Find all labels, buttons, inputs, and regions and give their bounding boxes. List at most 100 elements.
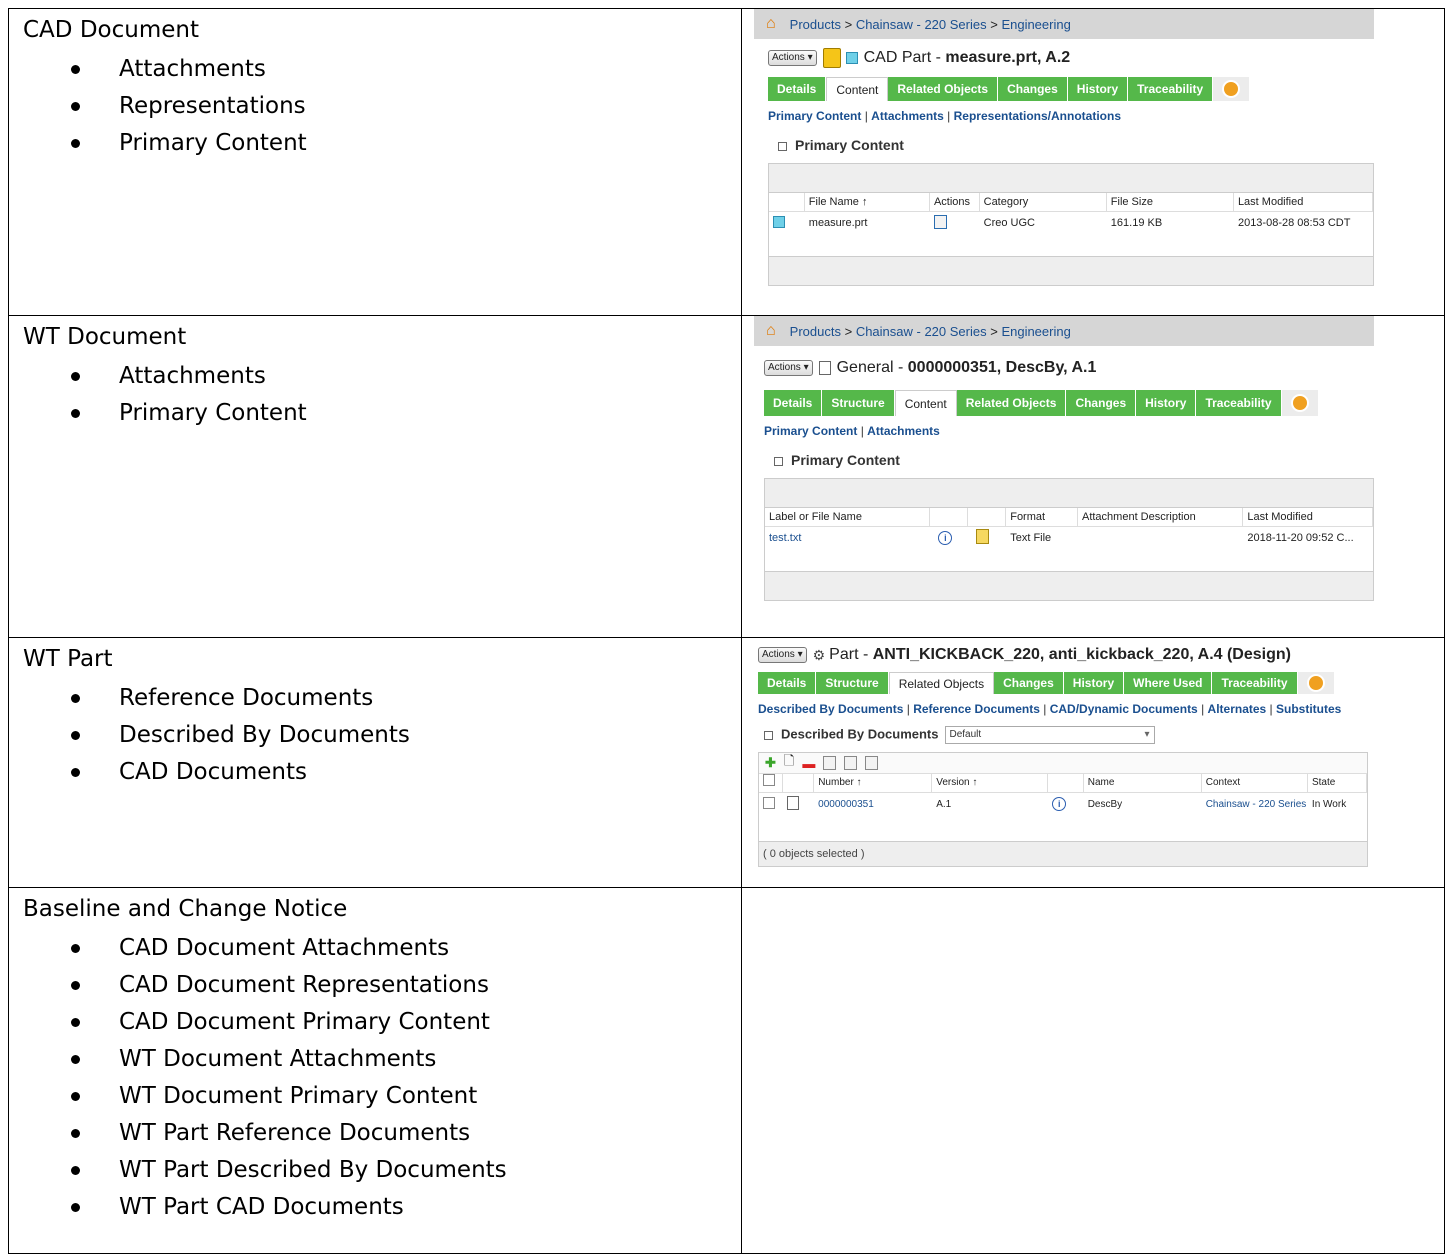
tab-changes[interactable]: Changes: [998, 77, 1068, 101]
view-select[interactable]: Default ▾: [944, 726, 1155, 744]
view-icon[interactable]: [933, 214, 947, 229]
link-representations[interactable]: Representations/Annotations: [954, 109, 1121, 123]
tab-bar: Details Content Related Objects Changes …: [768, 77, 1374, 101]
link-substitutes[interactable]: Substitutes: [1276, 702, 1341, 716]
tab-related-objects[interactable]: Related Objects: [888, 672, 995, 694]
context-cell[interactable]: Chainsaw - 220 Series: [1202, 799, 1308, 810]
tab-changes[interactable]: Changes: [1066, 390, 1137, 416]
actions-button[interactable]: Actions ▾: [768, 50, 817, 66]
tab-bar: Details Structure Content Related Object…: [764, 390, 1374, 416]
add-tab-icon[interactable]: [1297, 672, 1335, 694]
column-header[interactable]: Format: [1006, 508, 1078, 526]
actions-label: Actions: [772, 52, 805, 63]
column-header[interactable]: Label or File Name: [765, 508, 931, 526]
link-attachments[interactable]: Attachments: [871, 109, 944, 123]
column-header[interactable]: Category: [980, 193, 1107, 211]
tab-where-used[interactable]: Where Used: [1124, 672, 1213, 694]
section-header[interactable]: Described By Documents Default ▾: [748, 720, 1368, 746]
link-alternates[interactable]: Alternates: [1208, 702, 1267, 716]
select-all-checkbox[interactable]: [763, 774, 775, 786]
type-cell: [783, 795, 815, 813]
tab-history[interactable]: History: [1067, 77, 1129, 101]
baseline-cell: Baseline and Change Notice CAD Document …: [8, 887, 742, 1254]
column-header[interactable]: Context: [1202, 774, 1308, 792]
add-tab-icon[interactable]: [1281, 390, 1319, 416]
tab-history[interactable]: History: [1136, 390, 1197, 416]
link-described-by[interactable]: Described By Documents: [758, 702, 903, 716]
link-primary-content[interactable]: Primary Content: [764, 424, 857, 438]
column-header[interactable]: Version ↑: [932, 774, 1049, 792]
breadcrumb-products[interactable]: Products: [790, 17, 841, 32]
tab-structure[interactable]: Structure: [816, 672, 889, 694]
section-header[interactable]: Primary Content: [754, 442, 1374, 472]
link-attachments[interactable]: Attachments: [867, 424, 940, 438]
tab-content[interactable]: Content: [894, 390, 957, 416]
column-header: [783, 774, 815, 792]
tab-traceability[interactable]: Traceability: [1212, 672, 1298, 694]
content-table: Label or File Name Format Attachment Des…: [764, 478, 1374, 601]
collapse-icon[interactable]: [778, 141, 787, 151]
breadcrumb-products[interactable]: Products: [790, 324, 841, 339]
file-name-cell[interactable]: test.txt: [765, 532, 930, 544]
breadcrumb-chainsaw[interactable]: Chainsaw - 220 Series: [856, 324, 987, 339]
tab-details[interactable]: Details: [764, 390, 823, 416]
add-tab-icon[interactable]: [1213, 77, 1251, 101]
home-icon[interactable]: ⌂: [766, 15, 776, 33]
list-item: Attachments: [71, 358, 741, 395]
tab-related-objects[interactable]: Related Objects: [956, 390, 1067, 416]
tab-structure[interactable]: Structure: [822, 390, 895, 416]
section-label: Primary Content: [795, 137, 904, 153]
table-header: File Name ↑ Actions Category File Size L…: [769, 193, 1373, 212]
link-primary-content[interactable]: Primary Content: [768, 109, 861, 123]
column-header[interactable]: Actions: [930, 193, 980, 211]
paste-icon[interactable]: [844, 756, 858, 770]
column-header[interactable]: File Name ↑: [805, 193, 930, 211]
actions-button[interactable]: Actions ▾: [758, 647, 807, 663]
list-item: Primary Content: [71, 125, 741, 162]
cube-icon: [845, 52, 858, 64]
category-cell: Creo UGC: [983, 217, 1035, 229]
column-header[interactable]: Attachment Description: [1078, 508, 1244, 526]
section-header[interactable]: Primary Content: [754, 127, 1374, 157]
state-cell: In Work: [1311, 798, 1347, 810]
file-name-cell[interactable]: measure.prt: [805, 217, 930, 229]
tab-related-objects[interactable]: Related Objects: [888, 77, 999, 101]
table-row[interactable]: 0000000351 A.1 i DescBy Chainsaw - 220 S…: [759, 793, 1367, 815]
info-icon[interactable]: i: [938, 531, 953, 545]
remove-icon[interactable]: ▬: [802, 756, 815, 771]
breadcrumb-engineering[interactable]: Engineering: [1001, 17, 1070, 32]
column-header[interactable]: Last Modified: [1234, 193, 1373, 211]
section-title: WT Document: [23, 324, 187, 350]
column-header[interactable]: File Size: [1107, 193, 1234, 211]
object-name: ANTI_KICKBACK_220, anti_kickback_220, A.…: [872, 646, 1291, 663]
link-reference-documents[interactable]: Reference Documents: [913, 702, 1040, 716]
column-header[interactable]: Name: [1084, 774, 1202, 792]
copy-icon[interactable]: [823, 756, 837, 770]
collapse-icon[interactable]: [764, 730, 773, 740]
info-icon[interactable]: i: [1052, 797, 1067, 811]
section-title: WT Part: [23, 646, 113, 672]
actions-button[interactable]: Actions ▾: [764, 360, 813, 376]
collapse-icon[interactable]: [774, 456, 783, 466]
tab-changes[interactable]: Changes: [994, 672, 1064, 694]
home-icon[interactable]: ⌂: [766, 322, 776, 340]
number-cell[interactable]: 0000000351: [814, 799, 932, 810]
add-icon[interactable]: ✚: [765, 755, 776, 771]
table-row[interactable]: test.txt i Text File 2018-11-20 09:52 C.…: [765, 527, 1373, 549]
link-cad-dynamic[interactable]: CAD/Dynamic Documents: [1050, 702, 1198, 716]
breadcrumb-engineering[interactable]: Engineering: [1001, 324, 1070, 339]
tab-content[interactable]: Content: [826, 77, 889, 101]
row-checkbox[interactable]: [763, 796, 775, 809]
column-header[interactable]: Last Modified: [1243, 508, 1373, 526]
paste-select-icon[interactable]: [865, 756, 879, 770]
column-header[interactable]: State: [1308, 774, 1368, 792]
tab-traceability[interactable]: Traceability: [1196, 390, 1282, 416]
tab-history[interactable]: History: [1063, 672, 1125, 694]
tab-traceability[interactable]: Traceability: [1128, 77, 1214, 101]
breadcrumb-chainsaw[interactable]: Chainsaw - 220 Series: [856, 17, 987, 32]
column-header[interactable]: Number ↑: [814, 774, 933, 792]
tab-details[interactable]: Details: [768, 77, 827, 101]
table-row[interactable]: measure.prt Creo UGC 161.19 KB 2013-08-2…: [769, 212, 1373, 234]
tab-details[interactable]: Details: [758, 672, 817, 694]
new-document-icon[interactable]: 🗋: [784, 752, 794, 774]
